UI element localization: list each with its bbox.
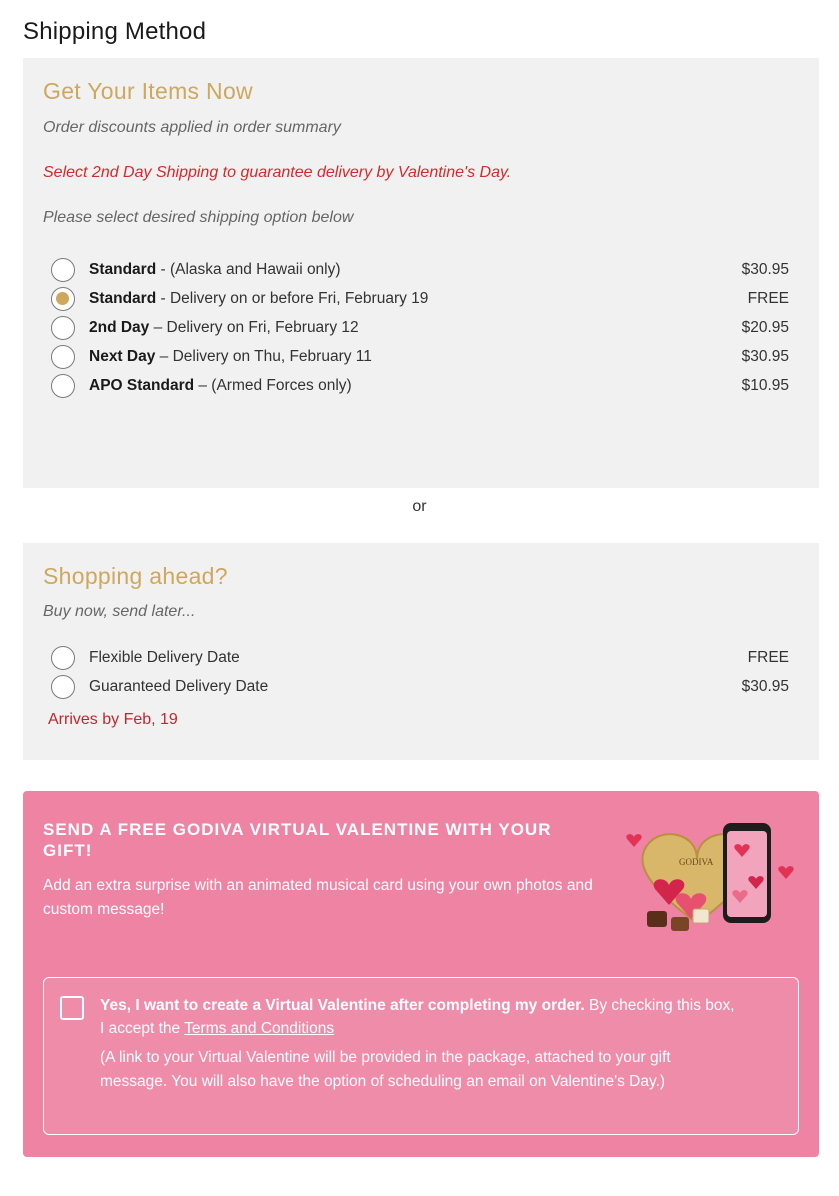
valentine-gift-image: GODIVA bbox=[626, 823, 794, 931]
virtual-valentine-promo: SEND A FREE GODIVA VIRTUAL VALENTINE WIT… bbox=[23, 791, 819, 1157]
shipping-option-label: Standard - Delivery on or before Fri, Fe… bbox=[89, 290, 428, 308]
radio-button[interactable] bbox=[51, 258, 75, 282]
shipping-option-label: Standard - (Alaska and Hawaii only) bbox=[89, 261, 341, 279]
shipping-option-price: $30.95 bbox=[741, 261, 789, 278]
shipping-option-name: Next Day bbox=[89, 348, 156, 365]
promo-description: Add an extra surprise with an animated m… bbox=[43, 877, 593, 918]
delivery-option-price: $30.95 bbox=[741, 678, 789, 695]
shipping-instruction: Please select desired shipping option be… bbox=[43, 209, 354, 226]
virtual-valentine-optin: Yes, I want to create a Virtual Valentin… bbox=[43, 977, 799, 1135]
arrives-by-note: Arrives by Feb, 19 bbox=[48, 711, 178, 728]
shipping-option-name: APO Standard bbox=[89, 377, 195, 394]
shopping-ahead-panel: Shopping ahead? Buy now, send later... F… bbox=[23, 543, 819, 760]
get-items-now-heading: Get Your Items Now bbox=[43, 78, 253, 104]
shipping-option-2nd-day[interactable]: 2nd Day – Delivery on Fri, February 12 $… bbox=[51, 315, 789, 341]
shipping-option-detail: – (Armed Forces only) bbox=[194, 377, 352, 394]
shipping-option-detail: - (Alaska and Hawaii only) bbox=[156, 261, 341, 278]
radio-button[interactable] bbox=[51, 374, 75, 398]
radio-button[interactable] bbox=[51, 675, 75, 699]
optin-note: (A link to your Virtual Valentine will b… bbox=[100, 1049, 671, 1090]
shopping-ahead-heading: Shopping ahead? bbox=[43, 563, 228, 589]
shipping-option-standard-ak-hi[interactable]: Standard - (Alaska and Hawaii only) $30.… bbox=[51, 257, 789, 283]
shipping-option-name: 2nd Day bbox=[89, 319, 150, 336]
optin-label: Yes, I want to create a Virtual Valentin… bbox=[100, 994, 740, 1040]
radio-button[interactable] bbox=[51, 646, 75, 670]
optin-bold-text: Yes, I want to create a Virtual Valentin… bbox=[100, 997, 585, 1014]
radio-button[interactable] bbox=[51, 316, 75, 340]
delivery-option-price: FREE bbox=[747, 649, 789, 666]
page-title: Shipping Method bbox=[23, 18, 207, 45]
send-later-subheading: Buy now, send later... bbox=[43, 603, 196, 620]
terms-and-conditions-link[interactable]: Terms and Conditions bbox=[184, 1020, 334, 1037]
shipping-option-label: Next Day – Delivery on Thu, February 11 bbox=[89, 348, 372, 366]
discount-note: Order discounts applied in order summary bbox=[43, 119, 341, 136]
shipping-option-price: $20.95 bbox=[741, 319, 789, 336]
shipping-option-price: $10.95 bbox=[741, 377, 789, 394]
promo-title: SEND A FREE GODIVA VIRTUAL VALENTINE WIT… bbox=[43, 820, 552, 860]
shipping-option-name: Standard bbox=[89, 290, 157, 307]
chocolate-icon bbox=[647, 911, 667, 927]
radio-button[interactable] bbox=[51, 345, 75, 369]
shipping-option-detail: – Delivery on Fri, February 12 bbox=[149, 319, 359, 336]
shipping-option-next-day[interactable]: Next Day – Delivery on Thu, February 11 … bbox=[51, 344, 789, 370]
radio-button-selected[interactable] bbox=[51, 287, 75, 311]
shipping-option-price: FREE bbox=[747, 290, 789, 307]
shipping-option-label: APO Standard – (Armed Forces only) bbox=[89, 377, 352, 395]
brand-logo-text: GODIVA bbox=[679, 857, 714, 867]
shipping-option-detail: - Delivery on or before Fri, February 19 bbox=[156, 290, 429, 307]
shipping-option-standard[interactable]: Standard - Delivery on or before Fri, Fe… bbox=[51, 286, 789, 312]
delivery-option-label: Guaranteed Delivery Date bbox=[89, 678, 269, 695]
delivery-option-label: Flexible Delivery Date bbox=[89, 649, 240, 666]
delivery-option-guaranteed[interactable]: Guaranteed Delivery Date $30.95 bbox=[51, 674, 789, 700]
delivery-option-flexible[interactable]: Flexible Delivery Date FREE bbox=[51, 645, 789, 671]
shipping-option-name: Standard bbox=[89, 261, 157, 278]
shipping-option-label: 2nd Day – Delivery on Fri, February 12 bbox=[89, 319, 359, 337]
shipping-option-detail: – Delivery on Thu, February 11 bbox=[155, 348, 372, 365]
virtual-valentine-checkbox[interactable] bbox=[60, 996, 84, 1020]
valentine-shipping-note: Select 2nd Day Shipping to guarantee del… bbox=[43, 164, 512, 181]
or-separator: or bbox=[412, 498, 427, 515]
shipping-option-price: $30.95 bbox=[741, 348, 789, 365]
get-items-now-panel: Get Your Items Now Order discounts appli… bbox=[23, 58, 819, 488]
shipping-option-apo[interactable]: APO Standard – (Armed Forces only) $10.9… bbox=[51, 373, 789, 399]
